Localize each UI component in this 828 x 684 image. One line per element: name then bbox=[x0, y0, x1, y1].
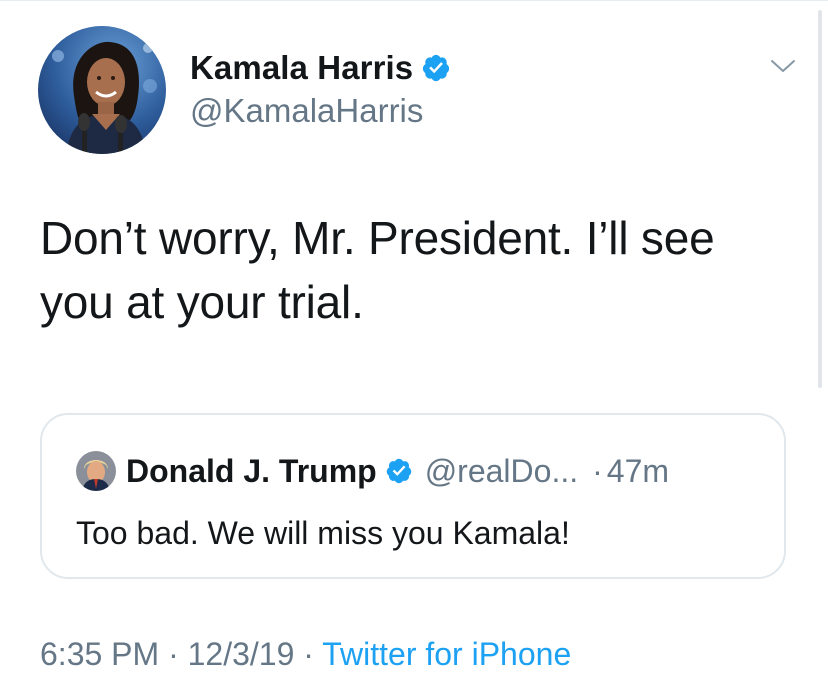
author-names: Kamala Harris @KamalaHarris bbox=[190, 48, 451, 130]
tweet-header: Kamala Harris @KamalaHarris bbox=[38, 26, 798, 156]
author-handle[interactable]: @KamalaHarris bbox=[190, 92, 451, 130]
meta-separator: · bbox=[303, 636, 314, 672]
chevron-down-icon[interactable] bbox=[768, 56, 798, 76]
verified-badge-icon bbox=[423, 54, 450, 82]
tweet-time: 6:35 PM bbox=[40, 636, 160, 672]
quoted-tweet-text: Too bad. We will miss you Kamala! bbox=[76, 515, 570, 551]
verified-badge-icon bbox=[386, 458, 411, 484]
tweet-text: Don’t worry, Mr. President. I’ll see you… bbox=[40, 206, 780, 334]
quoted-timestamp: 47m bbox=[606, 452, 670, 489]
display-name[interactable]: Kamala Harris bbox=[190, 49, 413, 87]
quoted-tweet[interactable]: Donald J. Trump @realDo... · 47m Too bad… bbox=[40, 413, 786, 579]
quoted-handle: @realDo... bbox=[424, 452, 579, 489]
scrollbar[interactable] bbox=[818, 10, 822, 388]
top-divider bbox=[0, 0, 828, 1]
quoted-separator: · bbox=[592, 452, 603, 489]
avatar[interactable] bbox=[38, 26, 166, 154]
tweet-metadata: 6:35 PM · 12/3/19 · Twitter for iPhone bbox=[40, 636, 571, 673]
quoted-tweet-header: Donald J. Trump @realDo... · 47m bbox=[76, 451, 669, 491]
tweet-date[interactable]: 12/3/19 bbox=[188, 636, 295, 672]
tweet-text-line: you at your trial. bbox=[40, 276, 364, 328]
meta-separator: · bbox=[168, 636, 179, 672]
tweet-text-line: Don’t worry, Mr. President. I’ll see bbox=[40, 212, 715, 264]
display-name-row: Kamala Harris bbox=[190, 48, 451, 88]
tweet-source-link[interactable]: Twitter for iPhone bbox=[322, 636, 571, 672]
quoted-display-name: Donald J. Trump bbox=[126, 452, 377, 489]
quoted-avatar bbox=[76, 451, 116, 491]
